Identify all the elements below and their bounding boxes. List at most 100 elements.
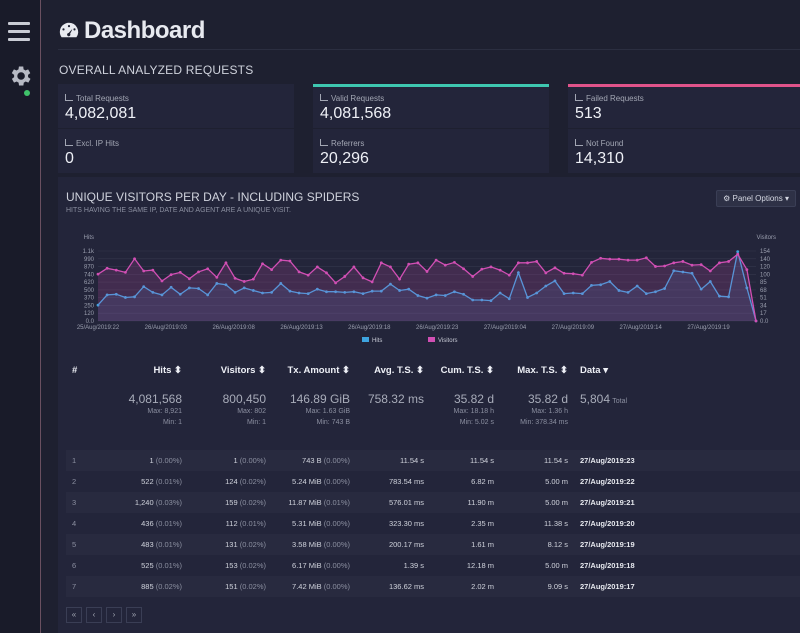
data-point-visitors (635, 258, 639, 262)
data-point-visitors (398, 277, 401, 281)
data-point-visitors (251, 277, 255, 281)
col-avg-ts[interactable]: Avg. T.S. ⬍ (356, 360, 430, 380)
data-point-visitors (334, 281, 338, 285)
card-not-found: Not Found 14,310 (568, 129, 800, 173)
data-point-visitors (745, 268, 749, 272)
row-index: 3 (66, 492, 96, 513)
card-label: Valid Requests (331, 94, 385, 103)
col-index[interactable]: # (66, 360, 96, 380)
overall-title: OVERALL ANALYZED REQUESTS (59, 63, 254, 77)
table-row[interactable]: 4 436 (0.01%) 112 (0.01%) 5.31 MiB (0.00%) 3… (66, 513, 800, 534)
cell-cum: 11.90 m (430, 492, 500, 513)
cell-max: 11.54 s (500, 450, 574, 471)
cell-tx: 3.58 MiB (0.00%) (272, 534, 356, 555)
data-point-visitors (142, 269, 146, 273)
col-max-ts[interactable]: Max. T.S. ⬍ (500, 360, 574, 380)
visitors-table: # Hits ⬍ Visitors ⬍ Tx. Amount ⬍ Avg. T.… (66, 360, 800, 597)
data-point-visitors (160, 279, 164, 283)
right-tick-label: 51 (760, 296, 767, 302)
menu-icon[interactable] (8, 22, 30, 46)
summary-max-ts: 35.82 d Max: 1.36 h Min: 378.34 ms (500, 380, 574, 450)
card-referrers: Referrers 20,296 (313, 129, 549, 173)
cell-avg: 136.62 ms (356, 576, 430, 597)
data-point-visitors (626, 258, 630, 262)
side-rail (0, 0, 41, 633)
series-area-visitors (98, 254, 756, 321)
col-cum-ts[interactable]: Cum. T.S. ⬍ (430, 360, 500, 380)
data-point-visitors (672, 261, 676, 265)
table-row[interactable]: 6 525 (0.01%) 153 (0.02%) 6.17 MiB (0.00%) 1… (66, 555, 800, 576)
cell-avg: 576.01 ms (356, 492, 430, 513)
data-point-visitors (315, 265, 319, 269)
table-row[interactable]: 2 522 (0.01%) 124 (0.02%) 5.24 MiB (0.00%) 7… (66, 471, 800, 492)
prev-page-button[interactable]: ‹ (86, 607, 102, 623)
data-point-visitors (754, 319, 758, 323)
col-visitors[interactable]: Visitors ⬍ (188, 360, 272, 380)
card-value: 513 (575, 105, 602, 122)
x-tick-label: 26/Aug/2019:18 (348, 325, 391, 331)
cell-max: 5.00 m (500, 492, 574, 513)
data-point-visitors (178, 270, 182, 274)
data-point-visitors (279, 258, 283, 262)
next-page-button[interactable]: › (106, 607, 122, 623)
gear-icon: ⚙ (723, 194, 731, 203)
gear-icon[interactable] (7, 63, 33, 89)
table-header-row: # Hits ⬍ Visitors ⬍ Tx. Amount ⬍ Avg. T.… (66, 360, 800, 380)
data-point-visitors (562, 271, 566, 275)
table-row[interactable]: 7 885 (0.02%) 151 (0.02%) 7.42 MiB (0.00%) 1… (66, 576, 800, 597)
left-axis-label: Hits (84, 235, 94, 241)
summary-value: 146.89 GiB (289, 392, 350, 406)
cell-tx: 5.24 MiB (0.00%) (292, 477, 350, 486)
right-tick-label: 17 (760, 311, 767, 317)
cell-hits: 522 (0.01%) (141, 477, 182, 486)
data-point-visitors (654, 265, 657, 268)
table-row[interactable]: 3 1,240 (0.03%) 159 (0.02%) 11.87 MiB (0.01… (66, 492, 800, 513)
cell-visitors: 112 (0.01%) (225, 519, 266, 528)
data-point-visitors (197, 270, 200, 274)
data-point-visitors (599, 256, 603, 260)
panel-options-button[interactable]: ⚙ Panel Options ▾ (716, 190, 796, 207)
summary-max: Max: 1.36 h (531, 408, 568, 415)
row-index: 4 (72, 519, 77, 528)
left-tick-label: 120 (84, 311, 95, 317)
cell-data: 27/Aug/2019:18 (580, 561, 635, 570)
cell-hits: 483 (0.01%) (96, 534, 188, 555)
left-tick-label: 870 (84, 265, 95, 271)
data-point-visitors (379, 261, 383, 265)
data-point-visitors (206, 267, 210, 271)
x-tick-label: 26/Aug/2019:13 (280, 325, 323, 331)
x-tick-label: 27/Aug/2019:09 (552, 325, 595, 331)
x-tick-label: 27/Aug/2019:19 (687, 325, 730, 331)
col-data[interactable]: Data ▾ (574, 360, 800, 380)
right-tick-label: 140 (760, 257, 771, 263)
summary-value: 5,804 (580, 392, 611, 406)
summary-visitors: 800,450 Max: 802 Min: 1 (188, 380, 272, 450)
data-point-visitors (443, 263, 447, 267)
bar-chart-icon (65, 94, 73, 101)
col-label: Hits (153, 364, 172, 376)
data-point-visitors (416, 261, 420, 265)
row-index: 6 (72, 561, 77, 570)
col-tx-amount[interactable]: Tx. Amount ⬍ (272, 360, 356, 380)
data-point-visitors (736, 252, 740, 256)
row-index: 1 (66, 450, 96, 471)
summary-value: 4,081,568 (128, 392, 182, 406)
right-tick-label: 100 (760, 272, 771, 278)
data-point-visitors (270, 268, 274, 272)
data-point-visitors (498, 268, 502, 272)
cell-data: 27/Aug/2019:22 (580, 477, 635, 486)
data-point-visitors (553, 266, 557, 270)
summary-value: 758.32 ms (367, 392, 424, 406)
data-point-visitors (169, 273, 173, 277)
col-hits[interactable]: Hits ⬍ (96, 360, 188, 380)
first-page-button[interactable]: « (66, 607, 82, 623)
cell-avg: 11.54 s (356, 450, 430, 471)
data-point-visitors (571, 272, 575, 276)
table-row[interactable]: 11 (0.00%) 1 (0.00%) 743 B (0.00%) 11.54 s1… (66, 450, 800, 471)
data-point-visitors (434, 258, 438, 262)
table-row[interactable]: 5 483 (0.01%) 131 (0.02%) 3.58 MiB (0.00%) 2… (66, 534, 800, 555)
cell-tx: 7.42 MiB (0.00%) (272, 576, 356, 597)
data-point-visitors (727, 260, 730, 263)
last-page-button[interactable]: » (126, 607, 142, 623)
cell-tx: 5.31 MiB (0.00%) (292, 519, 350, 528)
